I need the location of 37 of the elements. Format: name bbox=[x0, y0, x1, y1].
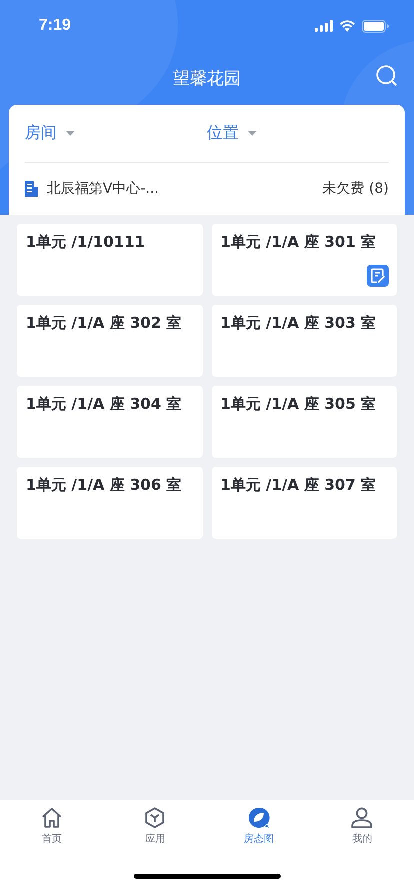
room-card[interactable]: 1单元 /1/A 座 301 室 bbox=[212, 224, 397, 296]
tab-item[interactable]: 首页 bbox=[0, 807, 104, 857]
location-name[interactable]: 北辰福第Ⅴ中心-... bbox=[47, 180, 314, 198]
person-icon bbox=[351, 807, 374, 829]
fee-status: 未欠费 (8) bbox=[322, 180, 389, 198]
cube-icon bbox=[144, 807, 166, 829]
room-card[interactable]: 1单元 /1/A 座 304 室 bbox=[17, 386, 202, 458]
room-card[interactable]: 1单元 /1/A 座 305 室 bbox=[212, 386, 397, 458]
room-card[interactable]: 1单元 /1/10111 bbox=[17, 224, 202, 296]
room-card[interactable]: 1单元 /1/A 座 306 室 bbox=[17, 467, 202, 539]
caret-icon bbox=[248, 131, 257, 136]
tab-item[interactable]: 应用 bbox=[104, 807, 207, 857]
tab-item[interactable]: 我的 bbox=[310, 807, 414, 857]
filter-dropdown[interactable]: 位置 bbox=[207, 123, 389, 144]
page-title: 望馨花园 bbox=[173, 68, 241, 90]
room-card[interactable]: 1单元 /1/A 座 307 室 bbox=[212, 467, 397, 539]
room-card[interactable]: 1单元 /1/A 座 302 室 bbox=[17, 305, 202, 377]
wifi-icon bbox=[339, 20, 356, 32]
room-name: 1单元 /1/A 座 307 室 bbox=[220, 476, 376, 494]
room-name: 1单元 /1/A 座 306 室 bbox=[26, 476, 182, 494]
room-name: 1单元 /1/A 座 301 室 bbox=[220, 233, 376, 251]
building-icon bbox=[25, 181, 38, 197]
home-icon bbox=[40, 807, 63, 829]
room-name: 1单元 /1/A 座 302 室 bbox=[26, 314, 182, 332]
battery-icon bbox=[362, 20, 389, 32]
room-card[interactable]: 1单元 /1/A 座 303 室 bbox=[212, 305, 397, 377]
room-name: 1单元 /1/A 座 303 室 bbox=[220, 314, 376, 332]
leaf-bubble-icon bbox=[248, 807, 270, 829]
status-time: 7:19 bbox=[39, 17, 72, 35]
room-name: 1单元 /1/A 座 305 室 bbox=[220, 395, 376, 413]
room-name: 1单元 /1/10111 bbox=[26, 233, 146, 251]
search-icon[interactable] bbox=[376, 65, 398, 87]
caret-icon bbox=[66, 131, 75, 136]
signal-icon bbox=[315, 20, 333, 32]
room-name: 1单元 /1/A 座 304 室 bbox=[26, 395, 182, 413]
filter-dropdown[interactable]: 房间 bbox=[25, 123, 207, 144]
tab-item[interactable]: 房态图 bbox=[207, 807, 310, 857]
